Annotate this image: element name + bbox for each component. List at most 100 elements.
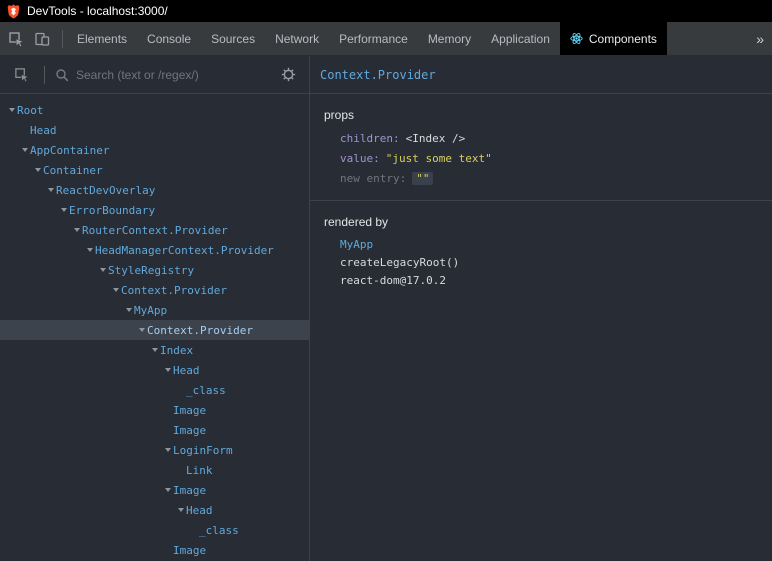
tree-row-link[interactable]: Link [0, 460, 309, 480]
tab-label: Performance [339, 31, 408, 46]
prop-key: children: [340, 131, 400, 145]
expander-icon[interactable] [45, 180, 56, 200]
component-name: Context.Provider [147, 323, 253, 337]
component-name: HeadManagerContext.Provider [95, 243, 274, 257]
props-section: props children: <Index /> value: "just some… [310, 94, 772, 201]
tree-row-loginform[interactable]: LoginForm [0, 440, 309, 460]
tree-row-image[interactable]: Image [0, 480, 309, 500]
rendered-by-section: rendered by MyApp createLegacyRoot() react… [310, 201, 772, 301]
component-name: Head [30, 123, 57, 137]
tab-label: Memory [427, 31, 472, 46]
expander-icon[interactable] [32, 160, 43, 180]
rendered-by-myapp[interactable]: MyApp [324, 235, 758, 253]
props-list: children: <Index /> value: "just some text"… [324, 128, 758, 188]
tree-row-headmanagercontext-provider[interactable]: HeadManagerContext.Provider [0, 240, 309, 260]
tree-row-head[interactable]: Head [0, 120, 309, 140]
tree-row-context-provider[interactable]: Context.Provider [0, 320, 309, 340]
settings-button[interactable] [275, 62, 301, 88]
component-name: Head [173, 363, 200, 377]
select-component-button[interactable] [8, 62, 34, 88]
prop-value[interactable]: <Index /> [406, 132, 466, 145]
prop-row-value[interactable]: value: "just some text" [324, 148, 758, 168]
search-input[interactable] [76, 67, 269, 82]
prop-row-children[interactable]: children: <Index /> [324, 128, 758, 148]
tree-row-image[interactable]: Image [0, 400, 309, 420]
tree-row-appcontainer[interactable]: AppContainer [0, 140, 309, 160]
tree-row-errorboundary[interactable]: ErrorBoundary [0, 200, 309, 220]
tree-row--class[interactable]: _class [0, 380, 309, 400]
expander-icon[interactable] [84, 240, 95, 260]
tree-row-head[interactable]: Head [0, 360, 309, 380]
device-toolbar-button[interactable] [29, 26, 55, 52]
component-name: Container [43, 163, 103, 177]
tab-components[interactable]: Components [559, 22, 667, 55]
component-name: AppContainer [30, 143, 110, 157]
tab-label: Console [147, 31, 192, 46]
expander-icon[interactable] [110, 280, 121, 300]
components-panel: Root Head AppContainer Container ReactDevOve… [0, 56, 772, 561]
inspect-element-button[interactable] [3, 26, 29, 52]
brave-icon [7, 4, 20, 19]
expander-icon[interactable] [58, 200, 69, 220]
tab-application[interactable]: Application [481, 22, 560, 55]
expander-icon[interactable] [6, 100, 17, 120]
component-name: Context.Provider [121, 283, 227, 297]
expander-icon[interactable] [71, 220, 82, 240]
tree-row-index[interactable]: Index [0, 340, 309, 360]
search-icon [56, 68, 69, 81]
prop-value[interactable]: "just some text" [386, 152, 492, 165]
tab-elements[interactable]: Elements [67, 22, 137, 55]
selected-component-header: Context.Provider [310, 56, 772, 94]
tree-row-styleregistry[interactable]: StyleRegistry [0, 260, 309, 280]
expander-icon[interactable] [136, 320, 147, 340]
tree-row-image[interactable]: Image [0, 540, 309, 560]
component-name: RouterContext.Provider [82, 223, 228, 237]
selected-component-title: Context.Provider [320, 67, 436, 82]
tree-row-container[interactable]: Container [0, 160, 309, 180]
tree-row-context-provider[interactable]: Context.Provider [0, 280, 309, 300]
props-heading: props [324, 108, 355, 122]
expander-icon[interactable] [149, 340, 160, 360]
tree-row-image[interactable]: Image [0, 420, 309, 440]
expander-icon[interactable] [175, 500, 186, 520]
tab-console[interactable]: Console [137, 22, 201, 55]
expander-icon[interactable] [97, 260, 108, 280]
more-tabs-button[interactable]: » [748, 22, 772, 55]
tree-row-root[interactable]: Root [0, 100, 309, 120]
prop-value[interactable]: "" [412, 171, 434, 185]
devtools-tabbar: Elements Console Sources Network Performance… [0, 22, 772, 56]
tree-row-head[interactable]: Head [0, 500, 309, 520]
component-name: ErrorBoundary [69, 203, 156, 217]
tab-label: Sources [211, 31, 256, 46]
component-name: Image [173, 543, 207, 557]
component-name: Image [173, 403, 207, 417]
search-bar [55, 67, 269, 82]
tree-row-myapp[interactable]: MyApp [0, 300, 309, 320]
rendered-by-list: MyApp createLegacyRoot() react-dom@17.0.2 [324, 235, 758, 289]
tab-sources[interactable]: Sources [201, 22, 265, 55]
tree-row--class[interactable]: _class [0, 520, 309, 540]
toolbar-divider [44, 65, 45, 84]
tree-row-reactdevoverlay[interactable]: ReactDevOverlay [0, 180, 309, 200]
component-name: MyApp [134, 303, 168, 317]
component-name: Root [17, 103, 44, 117]
window-titlebar: DevTools - localhost:3000/ [0, 0, 772, 22]
tab-memory[interactable]: Memory [418, 22, 481, 55]
prop-row-new-entry[interactable]: new entry: "" [324, 168, 758, 188]
tab-strip: Elements Console Sources Network Performance… [67, 22, 667, 55]
expander-icon[interactable] [123, 300, 134, 320]
component-name: Image [173, 483, 207, 497]
expander-icon[interactable] [19, 140, 30, 160]
tab-performance[interactable]: Performance [329, 22, 418, 55]
tree-row-routercontext-provider[interactable]: RouterContext.Provider [0, 220, 309, 240]
inspect-cursor-icon [9, 31, 24, 47]
expander-icon[interactable] [162, 440, 173, 460]
expander-icon[interactable] [162, 360, 173, 380]
tab-network[interactable]: Network [265, 22, 329, 55]
expander-icon[interactable] [162, 480, 173, 500]
component-name: _class [199, 523, 239, 537]
